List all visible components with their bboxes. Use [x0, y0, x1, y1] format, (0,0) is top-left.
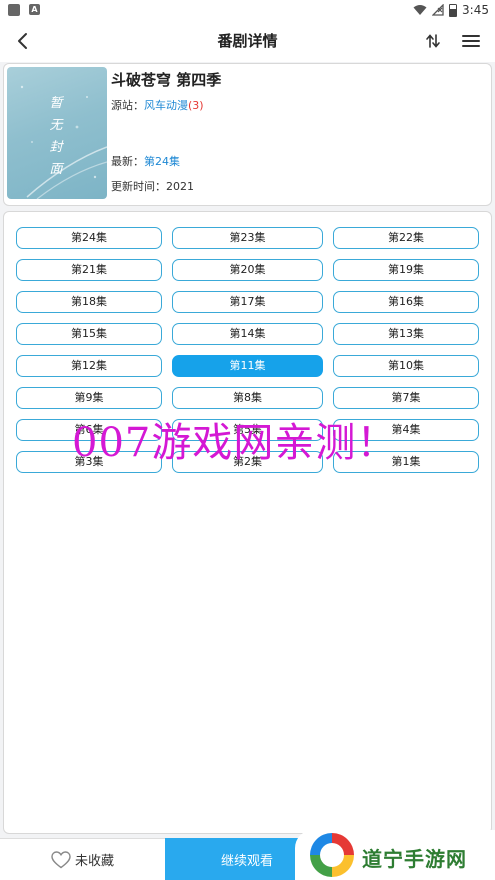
favorite-label: 未收藏 — [74, 854, 114, 869]
episode-button[interactable]: 第17集 — [172, 291, 323, 313]
episode-panel: 第24集 第23集 第22集第21集 第20集 第19集第18集 第17集 第16集第15集… — [3, 211, 492, 834]
episode-button[interactable]: 第11集 — [172, 355, 323, 377]
brand-name: 道宁手游网 — [362, 847, 467, 871]
episode-button[interactable]: 第8集 — [172, 387, 323, 409]
continue-label: 继续观看 — [221, 853, 274, 869]
episode-button[interactable]: 第20集 — [172, 259, 323, 281]
brand-watermark: 道宁手游网 — [295, 830, 495, 880]
episode-button[interactable]: 第15集 — [16, 323, 162, 345]
episode-button[interactable]: 第9集 — [16, 387, 162, 409]
battery-icon: ⚡ — [449, 3, 457, 17]
status-time: 3:45 — [462, 3, 489, 17]
updated-label: 更新时间： — [111, 180, 166, 193]
status-bar: A ⚡ 3:45 — [0, 0, 495, 20]
episode-button[interactable]: 第22集 — [333, 227, 479, 249]
episode-button[interactable]: 第19集 — [333, 259, 479, 281]
episode-button[interactable]: 第12集 — [16, 355, 162, 377]
source-row: 源站：风车动漫(3) — [111, 97, 204, 113]
source-link[interactable]: 风车动漫 — [144, 99, 188, 112]
menu-button[interactable] — [456, 26, 486, 56]
episode-button[interactable]: 第21集 — [16, 259, 162, 281]
sort-icon — [426, 34, 440, 48]
updated-row: 更新时间：2021 — [111, 178, 194, 194]
cover-image: 暂无封面 — [7, 67, 107, 199]
heart-icon — [51, 850, 71, 868]
episode-button[interactable]: 第23集 — [172, 227, 323, 249]
source-count: (3) — [188, 99, 204, 112]
watermark-text: 007游戏网亲测！ — [72, 420, 398, 466]
latest-label: 最新： — [111, 155, 144, 168]
menu-icon — [462, 35, 480, 47]
cover-placeholder-text: 暂无封面 — [49, 96, 63, 177]
favorite-button[interactable]: 未收藏 — [0, 838, 165, 880]
source-label: 源站： — [111, 99, 144, 112]
sort-button[interactable] — [418, 26, 448, 56]
episode-button[interactable]: 第16集 — [333, 291, 479, 313]
latest-episode-link[interactable]: 第24集 — [144, 155, 180, 168]
episode-button[interactable]: 第10集 — [333, 355, 479, 377]
episode-button[interactable]: 第14集 — [172, 323, 323, 345]
brand-logo-icon — [310, 833, 354, 877]
episode-button[interactable]: 第24集 — [16, 227, 162, 249]
no-signal-icon — [432, 4, 444, 16]
show-info-card: 暂无封面 斗破苍穹 第四季 源站：风车动漫(3) 最新：第24集 更新时间：20… — [3, 63, 492, 206]
notification-icon — [8, 4, 20, 16]
episode-button[interactable]: 第7集 — [333, 387, 479, 409]
episode-button[interactable]: 第18集 — [16, 291, 162, 313]
updated-value: 2021 — [166, 180, 194, 193]
wifi-icon — [413, 5, 427, 15]
episode-button[interactable]: 第13集 — [333, 323, 479, 345]
latest-row: 最新：第24集 — [111, 153, 180, 169]
app-notification-icon: A — [29, 4, 40, 15]
top-app-bar: 番剧详情 — [0, 20, 495, 62]
show-title: 斗破苍穹 第四季 — [111, 71, 222, 89]
